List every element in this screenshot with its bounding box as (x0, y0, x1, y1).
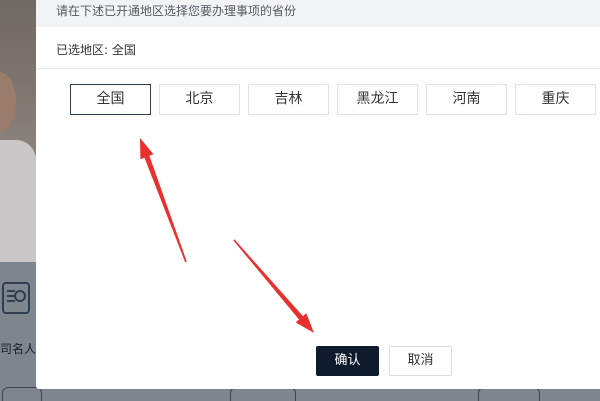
region-option-4[interactable]: 河南 (426, 84, 507, 115)
region-option-3[interactable]: 黑龙江 (337, 84, 418, 115)
background-partial-text: 司名人 (0, 342, 37, 356)
region-select-dialog: 请在下述已开通地区选择您要办理事项的省份 已选地区: 全国 全国 北京 吉林 黑龙江河… (36, 0, 600, 389)
photo-shirt (0, 140, 36, 262)
confirm-button[interactable]: 确认 (316, 346, 379, 376)
region-options: 全国 北京 吉林 黑龙江 河南 重庆 (70, 84, 596, 115)
dialog-actions: 确认 取消 (316, 346, 452, 376)
region-option-2[interactable]: 吉林 (248, 84, 329, 115)
selected-region-label: 已选地区: (56, 43, 109, 57)
cancel-button[interactable]: 取消 (389, 346, 452, 376)
background-card-outline (478, 387, 540, 401)
background-card-outline (2, 387, 42, 401)
region-option-0[interactable]: 全国 (70, 84, 151, 115)
dialog-instruction: 请在下述已开通地区选择您要办理事项的省份 (36, 0, 600, 27)
photo-face (0, 72, 16, 132)
selected-region-row: 已选地区: 全国 (36, 27, 600, 69)
background-card-outline (230, 387, 296, 401)
id-card-icon (2, 282, 30, 314)
background-photo (0, 0, 36, 262)
selected-region-value: 全国 (111, 43, 136, 57)
region-option-1[interactable]: 北京 (159, 84, 240, 115)
region-option-5[interactable]: 重庆 (515, 84, 596, 115)
